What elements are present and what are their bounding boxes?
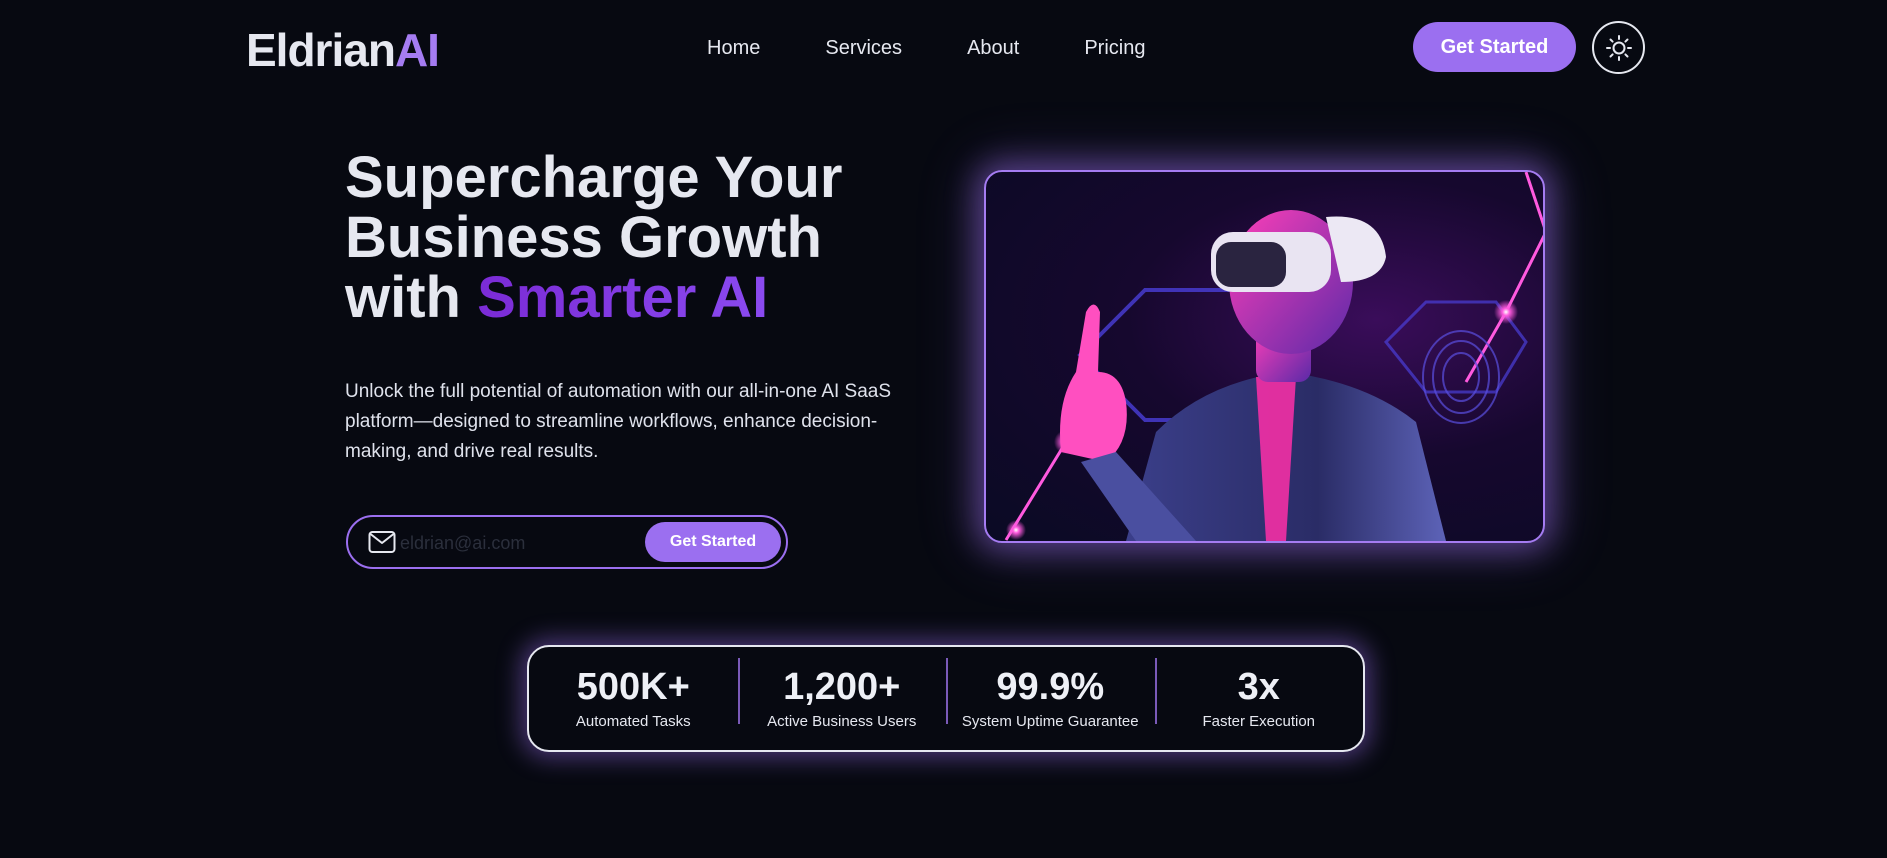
stat-label: Active Business Users: [767, 712, 917, 730]
hero-title-accent: Smarter AI: [477, 265, 769, 330]
stat-value: 500K+: [576, 665, 690, 708]
theme-toggle-button[interactable]: [1592, 21, 1645, 74]
stat-item: 3x Faster Execution: [1154, 657, 1364, 732]
email-signup-form: Get Started: [346, 515, 788, 569]
hero-title-line3-prefix: with: [345, 265, 478, 330]
hero-description: Unlock the full potential of automation …: [345, 381, 892, 462]
nav-get-started-button[interactable]: Get Started: [1413, 22, 1576, 72]
hero-title-line1: Supercharge Your: [345, 145, 843, 210]
stat-item: 500K+ Automated Tasks: [529, 666, 738, 732]
nav-link-about[interactable]: About: [967, 34, 1019, 62]
stat-item: 99.9% System Uptime Guarantee: [946, 657, 1155, 732]
brand-logo[interactable]: EldrianAI: [246, 22, 440, 78]
stat-label: Faster Execution: [1202, 712, 1316, 730]
nav-link-services[interactable]: Services: [825, 34, 902, 62]
nav-link-pricing[interactable]: Pricing: [1084, 34, 1145, 62]
stat-value: 1,200+: [783, 665, 901, 708]
signup-get-started-button[interactable]: Get Started: [645, 522, 781, 562]
hero-image: [984, 170, 1545, 543]
brand-name: Eldrian: [246, 24, 396, 76]
mail-icon: [368, 531, 396, 553]
hero-title: Supercharge Your Business Growth with Sm…: [345, 148, 905, 328]
vr-person-image: [1004, 172, 1543, 541]
stat-value: 99.9%: [996, 665, 1105, 708]
hero-title-line2: Business Growth: [345, 205, 822, 270]
nav-link-home[interactable]: Home: [707, 34, 760, 62]
stats-panel: 500K+ Automated Tasks 1,200+ Active Busi…: [527, 645, 1365, 752]
stat-label: Automated Tasks: [575, 712, 691, 730]
sun-icon: [1605, 34, 1632, 61]
landing-page: EldrianAI Home Services About Pricing Ge…: [0, 0, 1887, 858]
brand-name-accent: AI: [394, 24, 440, 76]
stat-value: 3x: [1237, 665, 1280, 708]
main-nav: Home Services About Pricing: [707, 34, 1210, 62]
stat-item: 1,200+ Active Business Users: [737, 657, 947, 732]
stat-label: System Uptime Guarantee: [961, 712, 1139, 730]
email-input[interactable]: [400, 527, 630, 559]
